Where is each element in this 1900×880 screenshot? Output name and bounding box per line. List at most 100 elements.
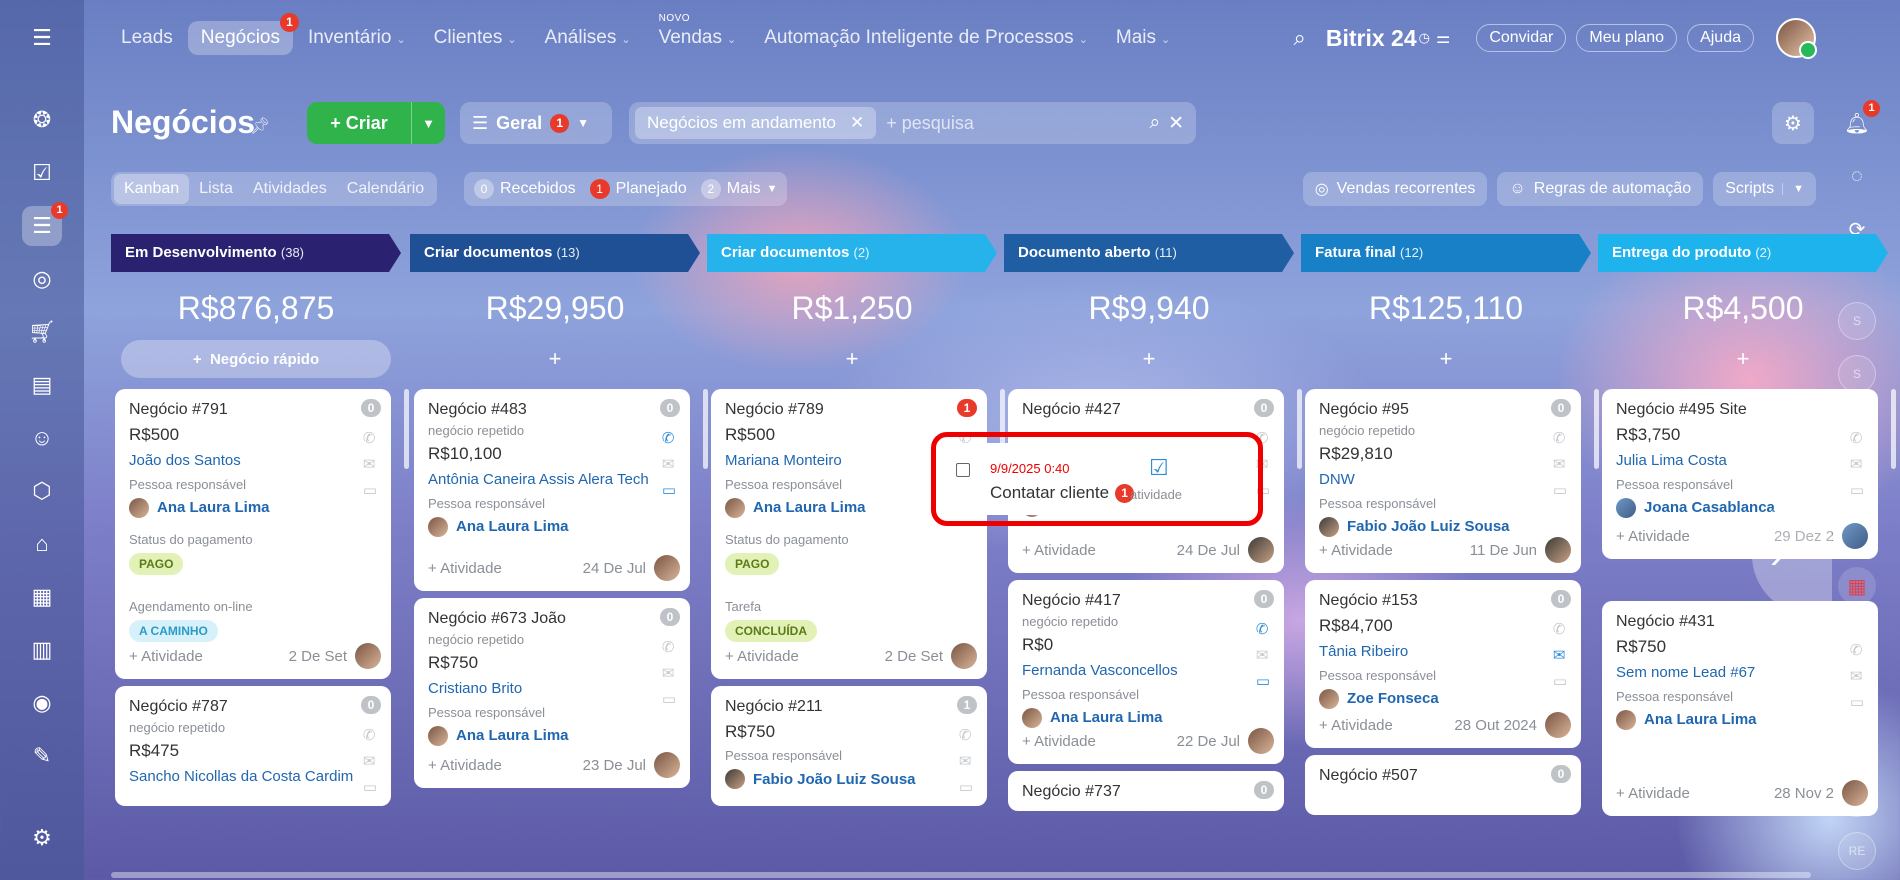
deal-contact[interactable]: Tânia Ribeiro <box>1319 642 1567 662</box>
automation-button[interactable]: ☺ Regras de automação <box>1497 172 1704 206</box>
sign-icon[interactable]: ✎ <box>22 736 62 776</box>
add-deal-button[interactable]: + <box>1014 340 1284 378</box>
add-activity-link[interactable]: + Atividade <box>725 648 799 665</box>
search-bar[interactable]: Negócios em andamento✕ ⌕ ✕ <box>629 102 1196 144</box>
deal-title[interactable]: Negócio #787 <box>129 698 377 716</box>
deal-card[interactable]: Negócio #417 0 negócio repetido R$0 Fernanda… <box>1008 580 1284 764</box>
responsible-person[interactable]: Fabio João Luiz Sousa <box>725 769 973 789</box>
activity-checkbox[interactable] <box>956 463 970 477</box>
phone-icon[interactable]: ✆ <box>1553 429 1567 447</box>
crm-filter-icon[interactable]: ☰ 1 <box>22 202 68 246</box>
mail-icon[interactable]: ✉ <box>1850 455 1864 473</box>
user-avatar[interactable] <box>1776 18 1817 59</box>
cart-icon[interactable]: 🛒︎ <box>22 312 62 352</box>
deal-contact[interactable]: Julia Lima Costa <box>1616 451 1864 471</box>
deal-contact[interactable]: Fernanda Vasconcellos <box>1022 661 1270 681</box>
chat-icon[interactable]: ▭ <box>1553 672 1567 690</box>
deal-card[interactable]: Negócio #211 1 R$750 Pessoa responsável Fabi… <box>711 686 987 806</box>
responsible-person[interactable]: Ana Laura Lima <box>428 725 676 746</box>
mail-icon[interactable]: ✉ <box>1850 667 1864 685</box>
phone-icon[interactable]: ✆ <box>1553 620 1567 638</box>
responsible-person[interactable]: Fabio João Luiz Sousa <box>1319 516 1567 537</box>
nav-item-7[interactable]: Mais ⌄ <box>1103 21 1183 55</box>
pin-icon[interactable]: 📌︎ <box>250 116 270 136</box>
chat-icon[interactable]: ▭ <box>662 690 676 708</box>
recurring-sales-button[interactable]: ◎ Vendas recorrentes <box>1302 172 1488 206</box>
deal-card[interactable]: Negócio #153 0 R$84,700 Tânia Ribeiro Pessoa… <box>1305 580 1581 748</box>
view-tab-0[interactable]: Kanban <box>114 174 190 204</box>
deal-title[interactable]: Negócio #417 <box>1022 592 1270 610</box>
gear-icon[interactable]: ⚙ <box>1772 102 1814 144</box>
calendar-icon[interactable]: ▦ <box>22 577 62 617</box>
mail-icon[interactable]: ✉ <box>1553 455 1567 473</box>
search-input[interactable] <box>886 112 1137 134</box>
responsible-person[interactable]: Ana Laura Lima <box>129 497 377 518</box>
box-icon[interactable]: ⬡ <box>22 471 62 511</box>
deal-card[interactable]: Negócio #495 Site R$3,750 Julia Lima Costa… <box>1602 389 1878 559</box>
chat-icon[interactable]: ▭ <box>1850 481 1864 499</box>
copilot-icon[interactable]: ◌ <box>1838 157 1876 195</box>
mail-icon[interactable]: ✉ <box>1256 646 1270 664</box>
deal-contact[interactable]: Cristiano Brito <box>428 679 676 699</box>
deal-title[interactable]: Negócio #483 <box>428 401 676 419</box>
deal-contact[interactable]: João dos Santos <box>129 451 377 471</box>
column-header[interactable]: Em Desenvolvimento (38) <box>111 234 401 272</box>
mail-icon[interactable]: ✉ <box>1553 646 1567 664</box>
nav-item-3[interactable]: Clientes ⌄ <box>421 21 530 55</box>
person-avatar[interactable] <box>654 752 680 778</box>
deal-title[interactable]: Negócio #495 Site <box>1616 401 1864 419</box>
deal-title[interactable]: Negócio #507 <box>1319 767 1567 785</box>
nav-item-1[interactable]: Negócios 1 <box>187 13 299 55</box>
nav-item-0[interactable]: Leads <box>108 21 186 55</box>
phone-icon[interactable]: ✆ <box>363 726 377 744</box>
deal-title[interactable]: Negócio #431 <box>1616 613 1864 631</box>
circle-icon[interactable]: ◉ <box>22 683 62 723</box>
deal-contact[interactable]: Antônia Caneira Assis Alera Tech <box>428 470 676 490</box>
view-tab-2[interactable]: Atividades <box>243 174 337 204</box>
deal-title[interactable]: Negócio #673 João <box>428 610 676 628</box>
chat-icon[interactable]: ▭ <box>363 778 377 796</box>
add-activity-link[interactable]: + Atividade <box>428 757 502 774</box>
deal-card[interactable]: Negócio #673 João 0 negócio repetido R$750 C… <box>414 598 690 788</box>
mail-icon[interactable]: ✉ <box>959 752 973 770</box>
create-button[interactable]: + Criar ▼ <box>307 102 445 144</box>
palette-icon[interactable]: ❂ <box>22 100 62 140</box>
add-activity-link[interactable]: + Atividade <box>1616 785 1690 802</box>
chat-icon[interactable]: ▭ <box>363 481 377 499</box>
mail-icon[interactable]: ✉ <box>662 664 676 682</box>
add-deal-button[interactable]: + <box>420 340 690 378</box>
search-icon[interactable]: ⌕ <box>1294 25 1306 51</box>
bell-icon[interactable]: 🔔︎ 1 <box>1838 100 1880 142</box>
column-scrollbar[interactable] <box>1891 389 1896 469</box>
deal-title[interactable]: Negócio #791 <box>129 401 377 419</box>
counter-0[interactable]: 0 Recebidos <box>474 179 576 199</box>
search-icon[interactable]: ⌕ <box>1149 112 1160 135</box>
toggle-icon[interactable]: ⚌ <box>1436 28 1450 48</box>
column-header[interactable]: Criar documentos (2) <box>707 234 997 272</box>
column-header[interactable]: Entrega do produto (2) <box>1598 234 1888 272</box>
column-header[interactable]: Criar documentos (13) <box>410 234 700 272</box>
person-avatar[interactable] <box>1842 780 1868 806</box>
invite-button[interactable]: Convidar <box>1476 24 1567 52</box>
target-icon[interactable]: ◎ <box>22 259 62 299</box>
nav-item-4[interactable]: Análises ⌄ <box>532 21 644 55</box>
filter-chip[interactable]: Negócios em andamento ✕ <box>635 107 877 139</box>
robot-icon[interactable]: ☺ <box>22 418 62 458</box>
deal-card[interactable]: Negócio #95 0 negócio repetido R$29,810 DNW P… <box>1305 389 1581 573</box>
person-avatar[interactable] <box>355 643 381 669</box>
person-avatar[interactable] <box>1842 523 1868 549</box>
quick-deal-button[interactable]: + Negócio rápido <box>121 340 391 378</box>
phone-icon[interactable]: ✆ <box>662 638 676 656</box>
geral-button[interactable]: ☰ Geral 1 ▼ <box>460 102 612 144</box>
tasks-icon[interactable]: ☑ <box>22 153 62 193</box>
add-activity-link[interactable]: + Atividade <box>428 560 502 577</box>
add-activity-link[interactable]: + Atividade <box>1319 717 1393 734</box>
deal-card[interactable]: Negócio #787 0 negócio repetido R$475 Sancho… <box>115 686 391 806</box>
add-activity-link[interactable]: + Atividade <box>1022 733 1096 750</box>
settings-icon[interactable]: ⚙ <box>22 818 62 858</box>
chat-icon[interactable]: ▭ <box>1553 481 1567 499</box>
phone-icon[interactable]: ✆ <box>1850 641 1864 659</box>
counter-2[interactable]: 2 Mais ▼ <box>700 179 777 199</box>
horizontal-scrollbar[interactable] <box>111 872 1811 878</box>
activity-popup[interactable]: 9/9/2025 0:40 Contatar cliente 1 ☑ ativid… <box>931 432 1263 526</box>
